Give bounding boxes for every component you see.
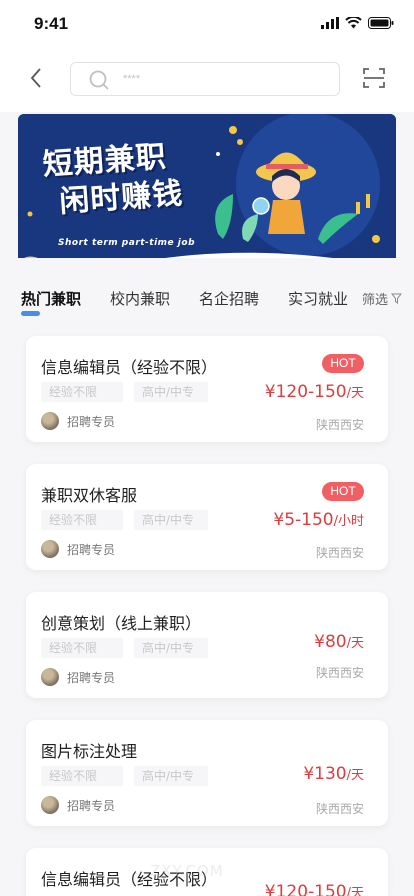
salary-unit: /天 (346, 636, 364, 651)
job-salary: ¥80/天 (314, 632, 364, 652)
job-card[interactable]: 兼职双休客服 经验不限 高中/中专 招聘专员 HOT ¥5-150/小时 陕西西… (26, 464, 388, 570)
job-tag-education: 高中/中专 (134, 382, 208, 402)
filter-icon (391, 293, 403, 304)
job-card[interactable]: 图片标注处理 经验不限 高中/中专 招聘专员 ¥130/天 陕西西安 (26, 720, 388, 826)
job-tag-experience: 经验不限 (41, 382, 123, 402)
job-title: 兼职双休客服 (41, 486, 138, 505)
banner-subtitle: Short term part-time job (58, 238, 196, 248)
recruiter: 招聘专员 (41, 412, 115, 430)
job-tag-experience: 经验不限 (41, 766, 123, 786)
recruiter: 招聘专员 (41, 668, 115, 686)
tab-hot-jobs[interactable]: 热门兼职 (21, 288, 81, 309)
salary-amount: ¥80 (314, 632, 347, 652)
category-tabs: 热门兼职 校内兼职 名企招聘 实习就业 筛选 (0, 258, 414, 328)
search-icon (89, 70, 109, 90)
battery-icon (368, 17, 394, 29)
salary-amount: ¥120-150 (264, 882, 347, 896)
job-tag-experience: 经验不限 (41, 510, 123, 530)
hot-badge: HOT (322, 482, 364, 501)
job-tag-experience: 经验不限 (41, 638, 123, 658)
job-salary: ¥130/天 (303, 764, 364, 784)
recruiter-name: 招聘专员 (67, 542, 116, 557)
status-icons (321, 17, 394, 29)
salary-amount: ¥130 (303, 764, 347, 784)
avatar (41, 412, 59, 430)
tab-internships[interactable]: 实习就业 (288, 288, 348, 309)
salary-unit: /小时 (333, 514, 364, 529)
filter-button[interactable]: 筛选 (362, 289, 403, 308)
back-icon[interactable] (22, 64, 50, 92)
job-location: 陕西西安 (315, 546, 364, 560)
tab-indicator (21, 311, 40, 316)
recruiter-name: 招聘专员 (67, 798, 116, 813)
job-card[interactable]: 信息编辑员（经验不限） 经验不限 高中/中专 招聘专员 HOT ¥120-150… (26, 336, 388, 442)
watermark: ZXY.COM (150, 862, 224, 880)
job-location: 陕西西安 (315, 802, 364, 816)
search-input[interactable] (123, 65, 323, 93)
job-location: 陕西西安 (315, 418, 364, 432)
header (0, 48, 414, 112)
recruiter-name: 招聘专员 (67, 414, 116, 429)
job-title: 图片标注处理 (41, 742, 138, 761)
hot-badge: HOT (322, 354, 364, 373)
salary-unit: /天 (346, 768, 364, 783)
avatar (41, 540, 59, 558)
banner-title: 短期兼职 闲时赚钱 (42, 137, 185, 222)
avatar (41, 668, 59, 686)
status-bar: 9:41 (0, 0, 414, 48)
job-tag-education: 高中/中专 (134, 510, 208, 530)
avatar (41, 796, 59, 814)
recruiter-name: 招聘专员 (67, 670, 116, 685)
salary-amount: ¥120-150 (264, 382, 347, 402)
job-title: 创意策划（线上兼职） (41, 614, 202, 633)
salary-unit: /天 (346, 386, 364, 401)
recruiter: 招聘专员 (41, 540, 115, 558)
job-salary: ¥120-150/天 (265, 382, 364, 402)
job-location: 陕西西安 (315, 666, 364, 680)
job-tag-education: 高中/中专 (134, 766, 208, 786)
tab-company-jobs[interactable]: 名企招聘 (199, 288, 259, 309)
job-salary: ¥5-150/小时 (273, 510, 364, 530)
tab-campus-jobs[interactable]: 校内兼职 (110, 288, 170, 309)
salary-unit: /天 (346, 886, 364, 896)
wifi-icon (345, 17, 362, 29)
search-box[interactable] (70, 62, 340, 96)
scan-icon[interactable] (362, 66, 386, 90)
job-card[interactable]: 创意策划（线上兼职） 经验不限 高中/中专 招聘专员 ¥80/天 陕西西安 (26, 592, 388, 698)
filter-label: 筛选 (362, 293, 389, 308)
promo-banner[interactable]: 短期兼职 闲时赚钱 Short term part-time job (18, 114, 396, 274)
job-title: 信息编辑员（经验不限） (41, 358, 218, 377)
recruiter: 招聘专员 (41, 796, 115, 814)
job-salary: ¥120-150/天 (265, 882, 364, 896)
signal-icon (321, 17, 339, 29)
status-time: 9:41 (34, 14, 69, 33)
salary-amount: ¥5-150 (273, 510, 334, 530)
job-tag-education: 高中/中专 (134, 638, 208, 658)
